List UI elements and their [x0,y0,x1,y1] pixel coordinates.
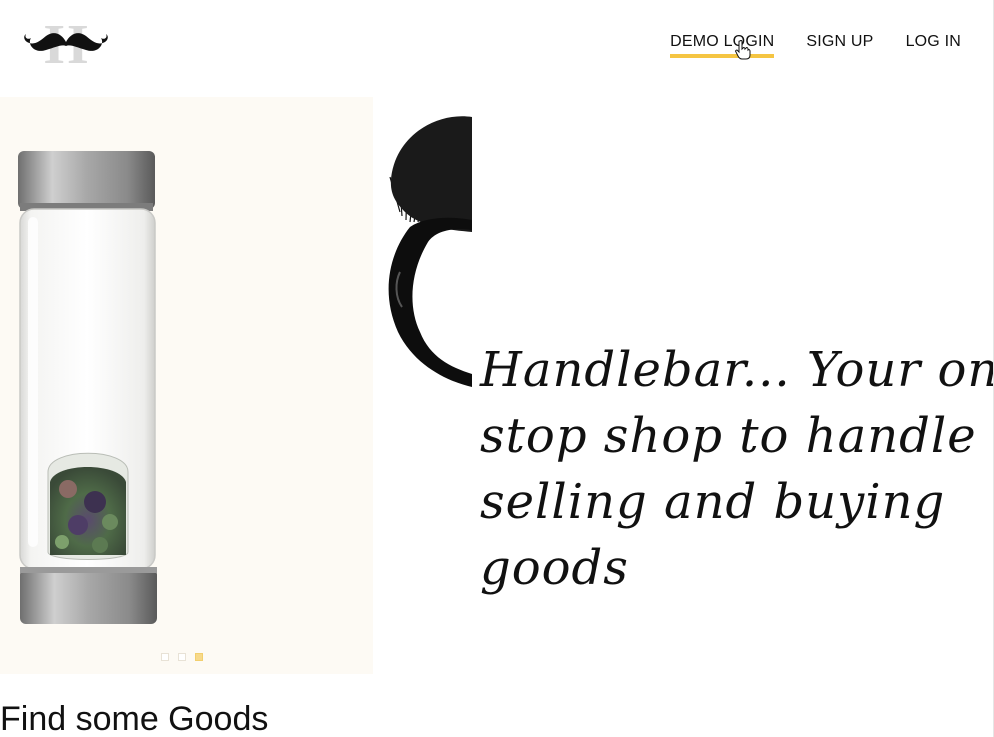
hero-tagline: Handlebar... Your one stop shop to handl… [480,342,994,596]
top-nav: DEMO LOGIN SIGN UP LOG IN [670,33,961,58]
carousel-indicators [161,653,203,661]
carousel-dot-2[interactable] [178,653,186,661]
sign-up-link[interactable]: SIGN UP [806,33,873,58]
demo-login-link[interactable]: DEMO LOGIN [670,33,775,58]
find-goods-heading: Find some Goods [0,700,269,737]
pointer-cursor-icon [735,39,751,60]
hero-section: Handlebar... Your one stop shop to handl… [0,97,994,674]
carousel-dot-1[interactable] [161,653,169,661]
mustache-glasses-image [380,112,472,392]
product-carousel[interactable] [0,97,373,674]
carousel-dot-3[interactable] [195,653,203,661]
crystal-water-bottle-image [18,151,157,624]
log-in-link[interactable]: LOG IN [906,33,961,58]
mustache-logo-icon[interactable]: H [22,14,110,76]
page: H DEMO LOGIN SIGN UP LOG IN Handlebar...… [0,0,994,737]
